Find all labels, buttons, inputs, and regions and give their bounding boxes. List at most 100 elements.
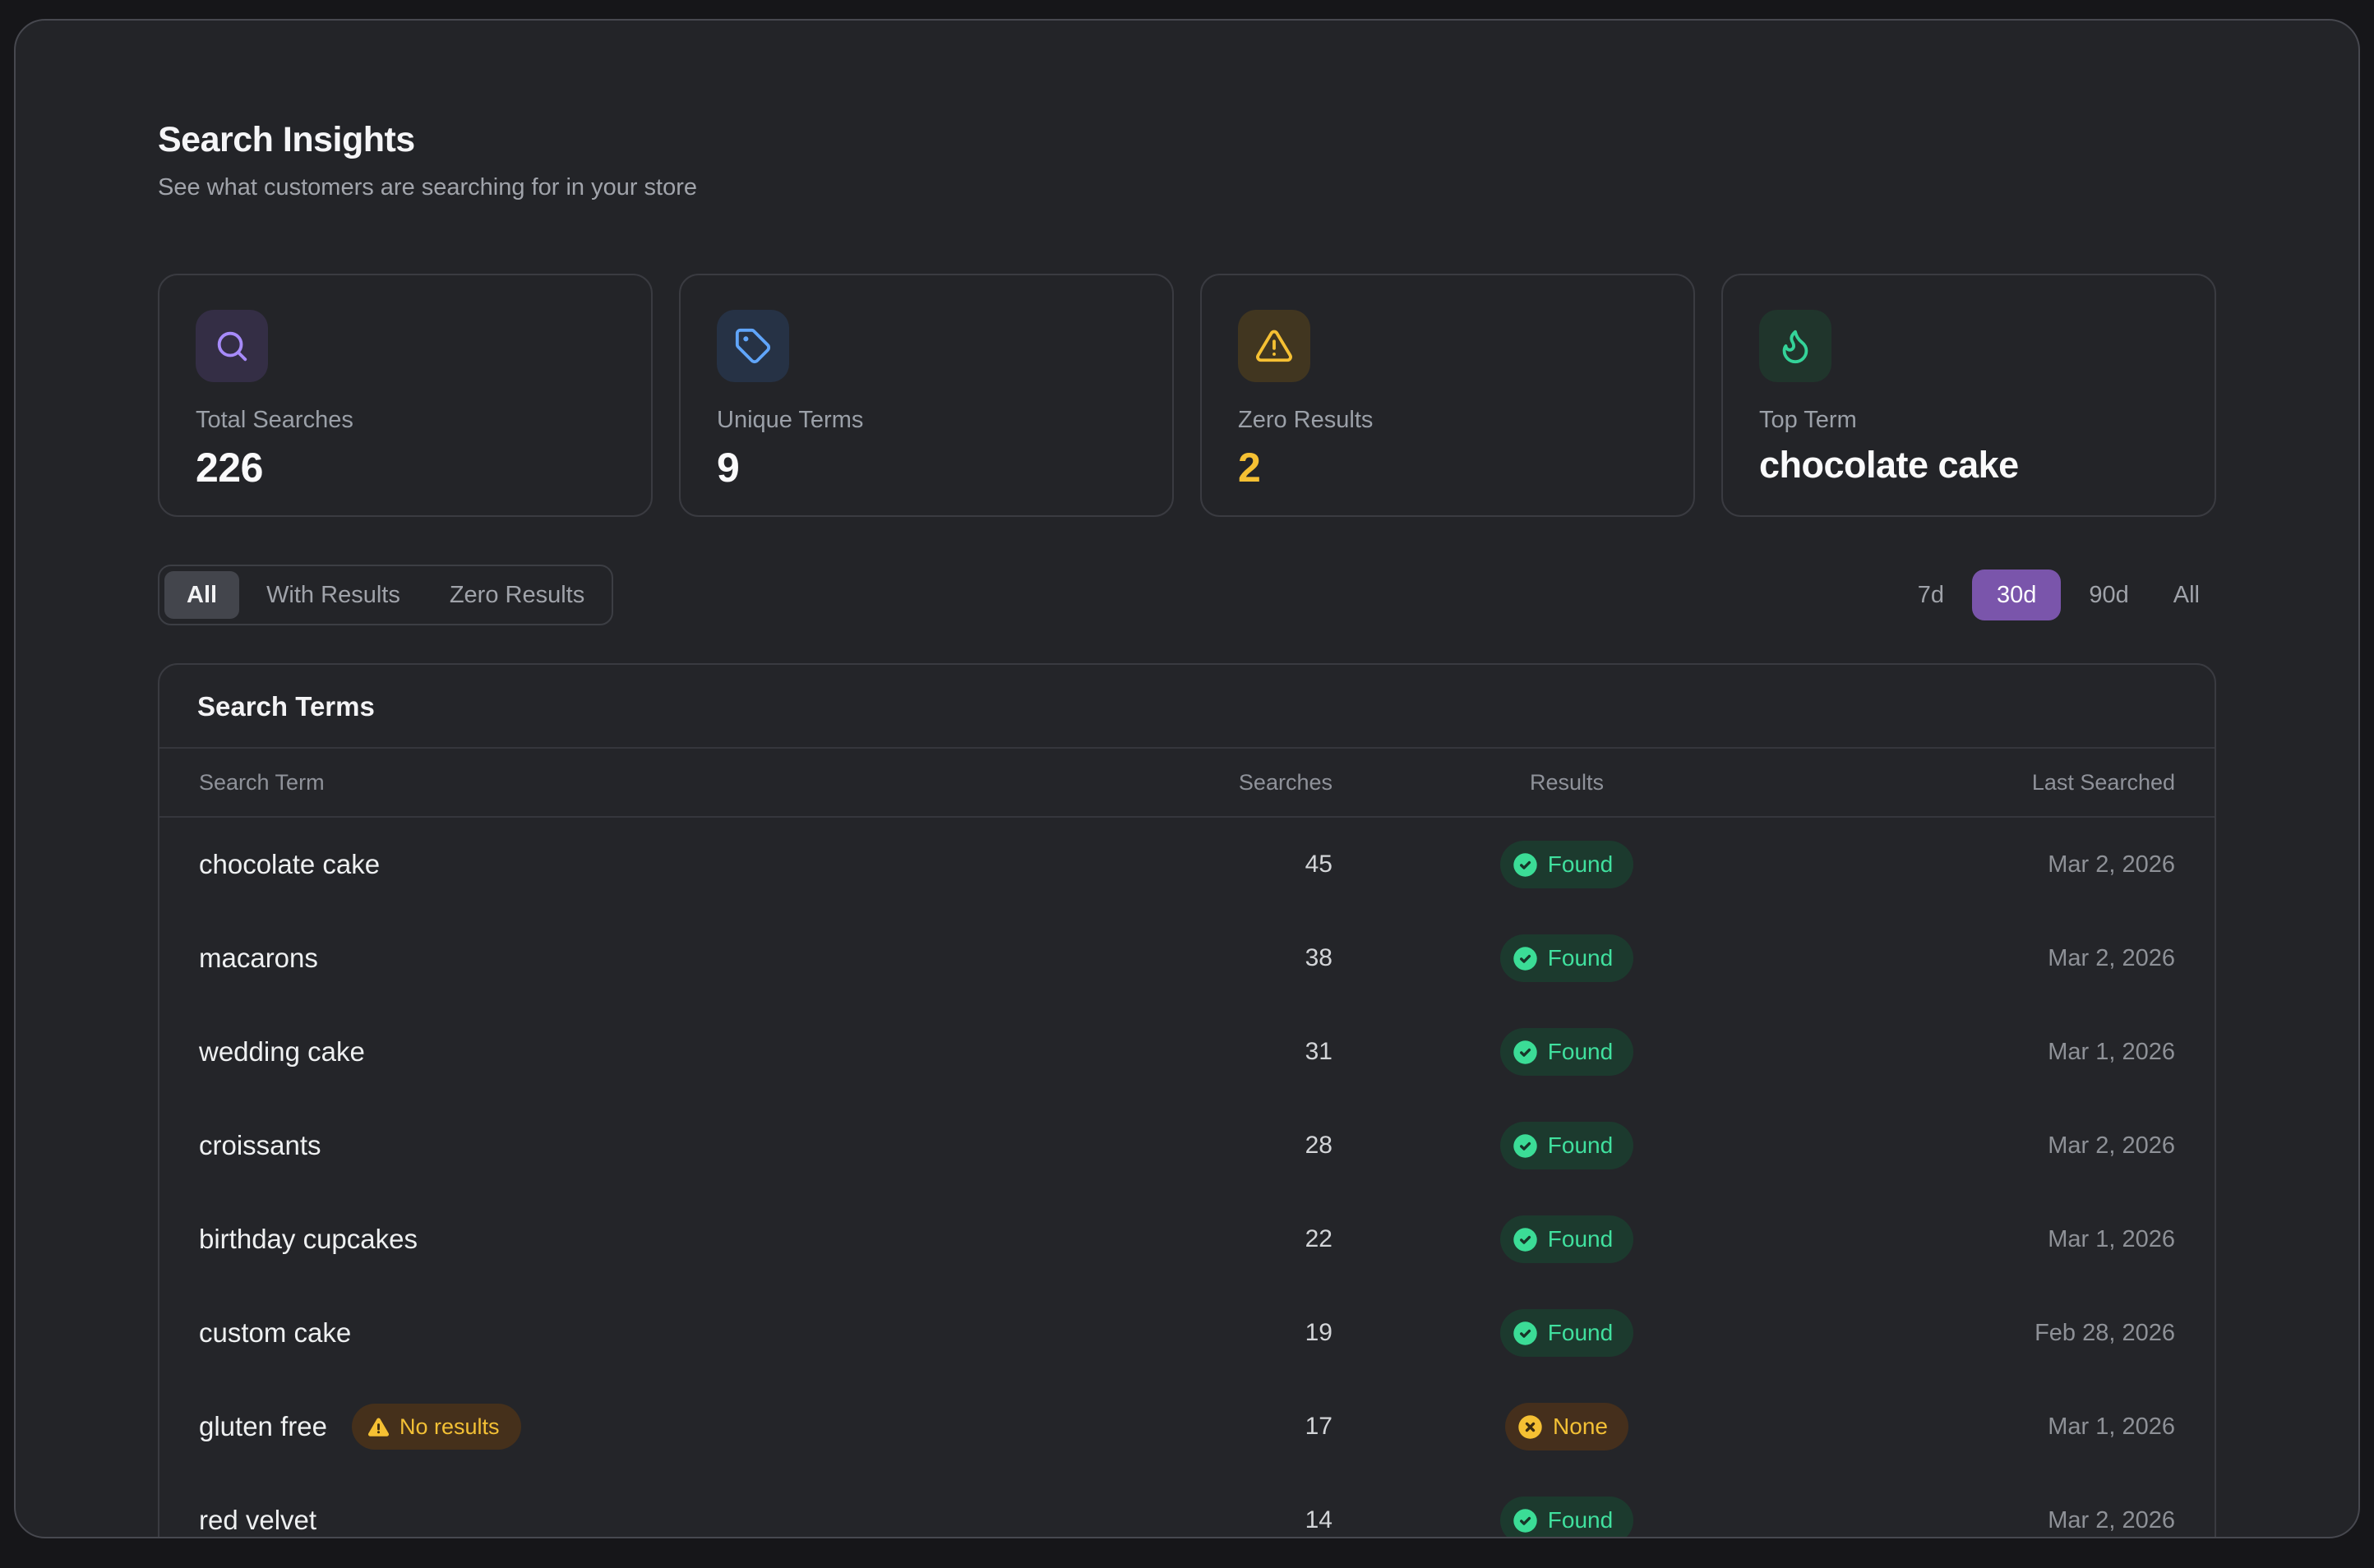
results-cell: None	[1332, 1403, 1801, 1450]
search-term-cell: chocolate cake	[199, 849, 1176, 880]
status-badge-label: Found	[1548, 1507, 1613, 1533]
table-row[interactable]: birthday cupcakes 22 Found Mar 1, 2026	[159, 1192, 2215, 1286]
stat-value: chocolate cake	[1759, 444, 2178, 487]
stat-card-top-term: Top Term chocolate cake	[1721, 274, 2216, 517]
range-30d-button[interactable]: 30d	[1972, 570, 2061, 620]
stat-label: Zero Results	[1238, 407, 1657, 434]
status-badge: Found	[1500, 841, 1633, 888]
stats-row: Total Searches 226 Unique Terms 9 Z	[158, 274, 2216, 517]
status-badge: Found	[1500, 1028, 1633, 1076]
searches-cell: 14	[1176, 1506, 1332, 1534]
searches-count: 17	[1305, 1413, 1332, 1440]
column-header-search-term: Search Term	[199, 770, 325, 796]
searches-count: 14	[1305, 1506, 1332, 1533]
range-90d-button[interactable]: 90d	[2072, 570, 2145, 620]
table-title: Search Terms	[197, 691, 2177, 722]
table-row[interactable]: macarons 38 Found Mar 2, 2026	[159, 911, 2215, 1005]
check-circle-icon	[1513, 1321, 1538, 1346]
table-body: chocolate cake45FoundMar 2, 2026macarons…	[159, 818, 2215, 1538]
status-badge-label: Found	[1548, 1132, 1613, 1159]
status-badge: Found	[1500, 1122, 1633, 1169]
last-searched-date: Mar 1, 2026	[2048, 1414, 2175, 1440]
search-term-cell: red velvet	[199, 1505, 1176, 1536]
searches-cell: 38	[1176, 944, 1332, 972]
searches-cell: 28	[1176, 1132, 1332, 1160]
searches-count: 45	[1305, 851, 1332, 878]
table-row[interactable]: wedding cake31FoundMar 1, 2026	[159, 1005, 2215, 1099]
search-terms-card: Search Terms Search Term Searches Result…	[158, 663, 2216, 1538]
searches-count: 22	[1305, 1225, 1332, 1252]
searches-count: 28	[1305, 1132, 1332, 1159]
check-circle-icon	[1513, 946, 1538, 971]
last-searched-cell: Mar 1, 2026	[1801, 1039, 2175, 1066]
table-row[interactable]: custom cake19FoundFeb 28, 2026	[159, 1286, 2215, 1380]
no-results-flag-badge: No results	[352, 1404, 521, 1450]
status-badge: Found	[1500, 1215, 1633, 1263]
status-badge-label: Found	[1548, 851, 1613, 878]
table-row[interactable]: croissants 28 Found Mar 2, 2026	[159, 1099, 2215, 1192]
check-circle-icon	[1513, 1040, 1538, 1065]
searches-cell: 45	[1176, 851, 1332, 879]
x-circle-icon	[1517, 1414, 1543, 1440]
no-results-flag-label: No results	[400, 1414, 500, 1440]
table-row[interactable]: red velvet 14 Found Mar 2, 2026	[159, 1473, 2215, 1538]
check-circle-icon	[1513, 1133, 1538, 1159]
check-circle-icon	[1513, 1227, 1538, 1252]
last-searched-cell: Mar 2, 2026	[1801, 851, 2175, 879]
table-row[interactable]: chocolate cake 45 Found Mar 2, 2026	[159, 818, 2215, 911]
tab-all[interactable]: All	[164, 571, 239, 619]
tag-icon	[717, 310, 789, 382]
last-searched-cell: Mar 2, 2026	[1801, 1507, 2175, 1534]
searches-cell: 17	[1176, 1413, 1332, 1441]
column-header-results: Results	[1530, 770, 1604, 796]
alert-triangle-icon	[1238, 310, 1310, 382]
range-all-button[interactable]: All	[2157, 570, 2216, 620]
check-circle-icon	[1513, 852, 1538, 878]
search-term-text: macarons	[199, 943, 318, 974]
tab-with-results[interactable]: With Results	[244, 571, 423, 619]
search-term-cell: croissants	[199, 1130, 1176, 1161]
last-searched-date: Mar 1, 2026	[2048, 1226, 2175, 1252]
results-cell: Found	[1332, 1309, 1801, 1357]
searches-cell: 22	[1176, 1225, 1332, 1253]
warning-icon	[367, 1415, 390, 1439]
results-cell: Found	[1332, 934, 1801, 982]
status-badge: Found	[1500, 1309, 1633, 1357]
page-title: Search Insights	[158, 119, 2216, 160]
last-searched-date: Mar 2, 2026	[2048, 1132, 2175, 1159]
stat-value: 226	[196, 444, 615, 491]
status-badge-label: Found	[1548, 945, 1613, 971]
results-cell: Found	[1332, 841, 1801, 888]
stat-card-zero-results: Zero Results 2	[1200, 274, 1695, 517]
status-badge-label: Found	[1548, 1226, 1613, 1252]
last-searched-date: Mar 2, 2026	[2048, 1507, 2175, 1533]
stat-label: Top Term	[1759, 407, 2178, 434]
stat-value: 2	[1238, 444, 1657, 491]
search-insights-panel: Search Insights See what customers are s…	[14, 19, 2360, 1538]
stat-value: 9	[717, 444, 1136, 491]
column-header-searches: Searches	[1239, 770, 1332, 796]
status-badge-label: Found	[1548, 1320, 1613, 1346]
time-range-selector: 7d 30d 90d All	[1901, 570, 2216, 620]
last-searched-cell: Mar 2, 2026	[1801, 1132, 2175, 1160]
search-term-text: gluten free	[199, 1411, 327, 1442]
table-row[interactable]: gluten free No results 17 None Mar 1, 2026	[159, 1380, 2215, 1473]
page-header: Search Insights See what customers are s…	[158, 119, 2216, 201]
search-term-text: wedding cake	[199, 1036, 365, 1068]
last-searched-date: Feb 28, 2026	[2035, 1320, 2175, 1346]
last-searched-cell: Mar 2, 2026	[1801, 945, 2175, 972]
table-title-row: Search Terms	[159, 665, 2215, 749]
status-badge-label: None	[1553, 1414, 1608, 1440]
search-term-cell: custom cake	[199, 1317, 1176, 1349]
last-searched-date: Mar 2, 2026	[2048, 851, 2175, 878]
search-term-text: birthday cupcakes	[199, 1224, 418, 1255]
table-header-row: Search Term Searches Results Last Search…	[159, 749, 2215, 818]
search-term-text: custom cake	[199, 1317, 351, 1349]
results-cell: Found	[1332, 1122, 1801, 1169]
range-7d-button[interactable]: 7d	[1901, 570, 1961, 620]
results-cell: Found	[1332, 1215, 1801, 1263]
tab-zero-results[interactable]: Zero Results	[427, 571, 607, 619]
controls-row: All With Results Zero Results 7d 30d 90d…	[158, 565, 2216, 625]
search-term-cell: wedding cake	[199, 1036, 1176, 1068]
stat-card-total-searches: Total Searches 226	[158, 274, 653, 517]
